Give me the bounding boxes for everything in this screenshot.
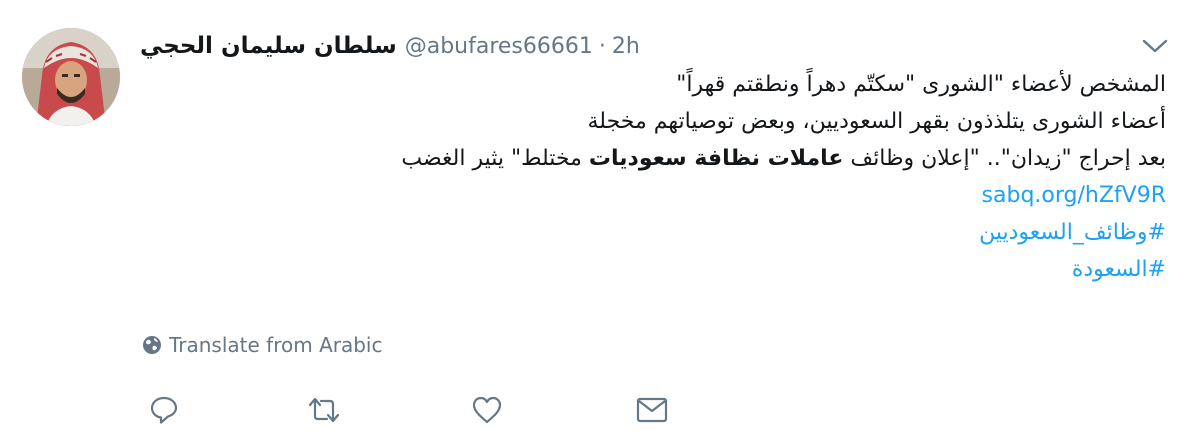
tweet-text-line: المشخص لأعضاء "الشورى "سكتّم دهراً ونطقت… (676, 72, 1166, 97)
hashtag-line: #وظائف_السعوديين (146, 214, 1166, 251)
translate-label: Translate from Arabic (169, 333, 383, 357)
tweet-header: سلطان سليمان الحجي @abufares66661 · 2h (140, 28, 640, 64)
hashtag-link[interactable]: #السعودة (1072, 257, 1166, 282)
tweet-text-line-headline: بعد إحراج "زيدان".. "إعلان وظائف عاملات … (146, 140, 1166, 177)
chevron-down-icon (1142, 39, 1168, 53)
reply-icon (150, 396, 178, 424)
reply-button[interactable] (146, 392, 182, 428)
tweet-menu-button[interactable] (1138, 34, 1172, 58)
header-separator: · (598, 33, 606, 59)
direct-message-button[interactable] (634, 392, 670, 428)
tweet-link-line: sabq.org/hZfV9R (146, 177, 1166, 214)
tweet-card: سلطان سليمان الحجي @abufares66661 · 2h ا… (0, 0, 1200, 442)
tweet-url-link[interactable]: sabq.org/hZfV9R (982, 183, 1166, 208)
globe-icon (143, 336, 161, 354)
headline-bold: عاملات نظافة سعوديات (588, 146, 844, 171)
tweet-text: المشخص لأعضاء "الشورى "سكتّم دهراً ونطقت… (146, 66, 1166, 288)
author-handle[interactable]: @abufares66661 (405, 34, 593, 59)
author-display-name[interactable]: سلطان سليمان الحجي (140, 33, 397, 59)
retweet-icon (308, 397, 340, 423)
user-avatar[interactable] (22, 28, 120, 126)
headline-part-2: مختلط" يثير الغضب (401, 146, 589, 171)
translate-button[interactable]: Translate from Arabic (142, 331, 382, 359)
retweet-button[interactable] (306, 392, 342, 428)
avatar-photo-icon (22, 28, 120, 126)
headline-part-1: بعد إحراج "زيدان".. "إعلان وظائف (843, 146, 1166, 171)
heart-icon (472, 396, 502, 424)
tweet-timestamp[interactable]: 2h (612, 34, 640, 59)
like-button[interactable] (469, 392, 505, 428)
hashtag-line: #السعودة (146, 251, 1166, 288)
tweet-text-line: أعضاء الشورى يتلذذون بقهر السعوديين، وبع… (587, 109, 1167, 134)
hashtag-link[interactable]: #وظائف_السعوديين (979, 220, 1166, 245)
envelope-icon (636, 397, 668, 423)
